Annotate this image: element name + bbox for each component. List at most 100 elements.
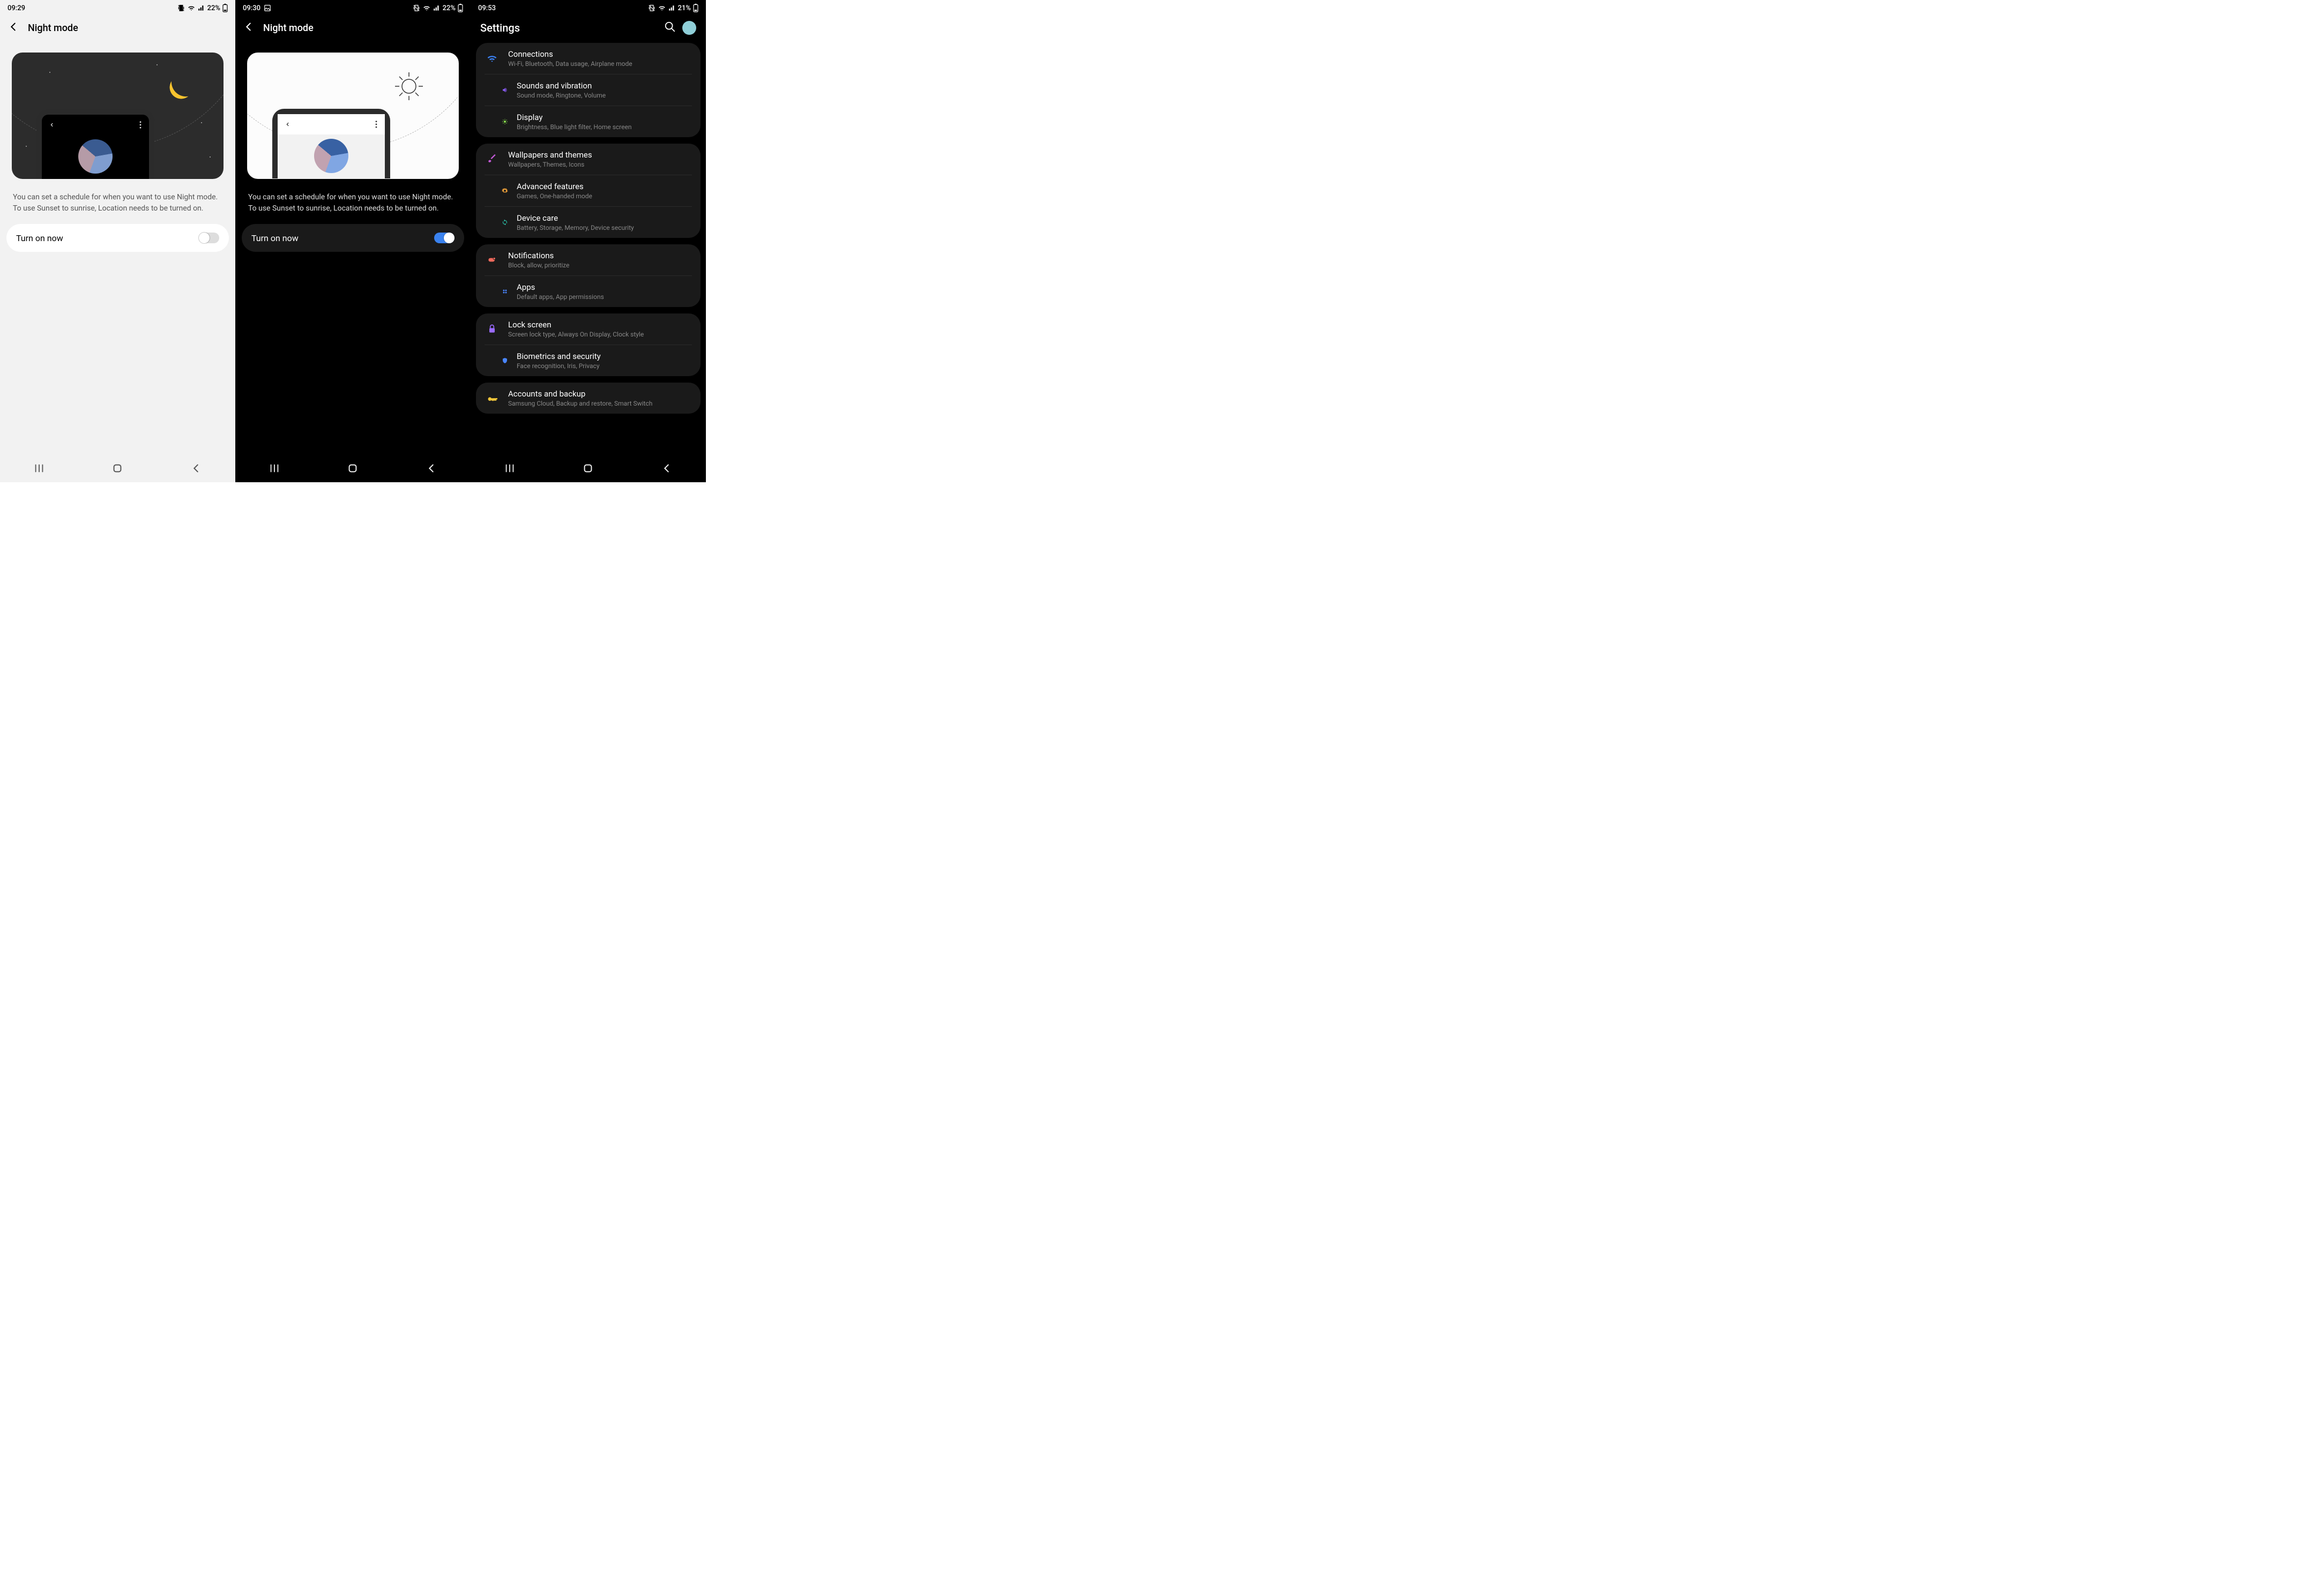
status-time: 09:53	[478, 4, 496, 12]
settings-item[interactable]: Sounds and vibrationSound mode, Ringtone…	[485, 74, 692, 106]
settings-groups: ConnectionsWi-Fi, Bluetooth, Data usage,…	[471, 40, 706, 482]
settings-item-title: Biometrics and security	[517, 351, 601, 361]
home-icon[interactable]	[111, 462, 123, 476]
status-time: 09:29	[8, 4, 25, 12]
settings-item-title: Connections	[508, 49, 632, 59]
settings-item-sub: Brightness, Blue light filter, Home scre…	[517, 123, 631, 131]
settings-item-title: Apps	[517, 282, 604, 292]
settings-group: Wallpapers and themesWallpapers, Themes,…	[476, 144, 701, 238]
notif-icon	[485, 255, 500, 265]
toggle-switch[interactable]	[434, 233, 455, 243]
battery-percent: 21%	[678, 4, 691, 12]
gear-icon	[493, 185, 508, 196]
search-icon[interactable]	[664, 21, 676, 35]
status-bar: 09:30 22%	[235, 0, 471, 16]
settings-item-title: Display	[517, 113, 631, 122]
settings-group: Lock screenScreen lock type, Always On D…	[476, 313, 701, 376]
settings-item[interactable]: Lock screenScreen lock type, Always On D…	[476, 313, 701, 345]
settings-item-title: Wallpapers and themes	[508, 150, 592, 160]
settings-item-sub: Samsung Cloud, Backup and restore, Smart…	[508, 400, 652, 407]
settings-item[interactable]: Advanced featuresGames, One-handed mode	[485, 175, 692, 206]
bright-icon	[493, 116, 508, 127]
sound-icon	[493, 85, 508, 95]
settings-item-sub: Default apps, App permissions	[517, 293, 604, 301]
back-nav-icon[interactable]	[661, 462, 673, 476]
settings-item-title: Notifications	[508, 251, 569, 260]
nav-bar	[471, 457, 706, 482]
home-icon[interactable]	[347, 462, 359, 476]
vibrate-mute-icon	[413, 4, 420, 12]
settings-group: Accounts and backupSamsung Cloud, Backup…	[476, 383, 701, 414]
settings-item[interactable]: Accounts and backupSamsung Cloud, Backup…	[476, 383, 701, 414]
battery-icon	[458, 4, 463, 12]
page-title: Night mode	[263, 23, 314, 34]
battery-icon	[222, 4, 228, 12]
turn-on-now-row[interactable]: Turn on now	[6, 224, 229, 252]
wifi-icon	[187, 4, 196, 12]
turn-on-now-row[interactable]: Turn on now	[242, 224, 464, 252]
status-bar: 09:29 22%	[0, 0, 235, 16]
page-title: Night mode	[28, 23, 78, 34]
settings-item-sub: Face recognition, Iris, Privacy	[517, 362, 601, 370]
settings-item-sub: Games, One-handed mode	[517, 192, 592, 200]
settings-item[interactable]: NotificationsBlock, allow, prioritize	[476, 244, 701, 275]
wifi-icon	[485, 53, 500, 64]
signal-icon	[433, 4, 441, 12]
settings-item[interactable]: Biometrics and securityFace recognition,…	[485, 345, 692, 376]
wifi-icon	[658, 4, 666, 12]
settings-item-title: Accounts and backup	[508, 389, 652, 399]
back-icon[interactable]	[243, 21, 255, 35]
settings-group: NotificationsBlock, allow, prioritizeApp…	[476, 244, 701, 307]
cycle-icon	[493, 217, 508, 228]
toggle-label: Turn on now	[16, 233, 63, 243]
status-bar: 09:53 21%	[471, 0, 706, 16]
page-header: Night mode	[0, 16, 235, 40]
toggle-label: Turn on now	[251, 233, 299, 243]
page-title: Settings	[480, 21, 658, 34]
settings-item-sub: Wallpapers, Themes, Icons	[508, 161, 592, 168]
settings-item-sub: Wi-Fi, Bluetooth, Data usage, Airplane m…	[508, 60, 632, 68]
settings-item-sub: Screen lock type, Always On Display, Clo…	[508, 331, 644, 338]
back-nav-icon[interactable]	[426, 462, 437, 476]
vibrate-mute-icon	[648, 4, 656, 12]
recents-icon[interactable]	[504, 462, 516, 476]
avatar[interactable]	[682, 21, 696, 35]
home-icon[interactable]	[582, 462, 594, 476]
wifi-icon	[422, 4, 431, 12]
settings-group: ConnectionsWi-Fi, Bluetooth, Data usage,…	[476, 43, 701, 137]
battery-percent: 22%	[207, 4, 220, 12]
screen-night-mode-dark: 09:30 22% Night mode	[235, 0, 471, 482]
page-header: Settings	[471, 16, 706, 40]
illustration	[235, 40, 471, 185]
page-header: Night mode	[235, 16, 471, 40]
key-icon	[485, 393, 500, 403]
settings-item[interactable]: Wallpapers and themesWallpapers, Themes,…	[476, 144, 701, 175]
lock-icon	[485, 324, 500, 334]
screen-night-mode-light: 09:29 22% Night mode	[0, 0, 235, 482]
signal-icon	[198, 4, 205, 12]
apps-icon	[493, 286, 508, 297]
settings-item-title: Lock screen	[508, 320, 644, 330]
settings-item-title: Device care	[517, 213, 634, 223]
shield-icon	[493, 355, 508, 366]
recents-icon[interactable]	[269, 462, 280, 476]
nav-bar	[235, 457, 471, 482]
settings-item[interactable]: DisplayBrightness, Blue light filter, Ho…	[485, 106, 692, 137]
vibrate-mute-icon	[177, 4, 185, 12]
screen-settings: 09:53 21% Settings ConnectionsWi-Fi, Blu…	[471, 0, 706, 482]
settings-item[interactable]: ConnectionsWi-Fi, Bluetooth, Data usage,…	[476, 43, 701, 74]
battery-icon	[693, 4, 698, 12]
settings-item-sub: Block, allow, prioritize	[508, 261, 569, 269]
back-nav-icon[interactable]	[190, 462, 202, 476]
settings-item[interactable]: AppsDefault apps, App permissions	[485, 275, 692, 307]
settings-item[interactable]: Device careBattery, Storage, Memory, Dev…	[485, 206, 692, 238]
toggle-switch[interactable]	[199, 233, 219, 243]
battery-percent: 22%	[443, 4, 456, 12]
recents-icon[interactable]	[33, 462, 45, 476]
status-time: 09:30	[243, 4, 260, 12]
settings-item-sub: Sound mode, Ringtone, Volume	[517, 92, 606, 99]
settings-item-title: Advanced features	[517, 182, 592, 191]
gallery-icon	[264, 4, 271, 12]
signal-icon	[668, 4, 676, 12]
back-icon[interactable]	[8, 21, 19, 35]
